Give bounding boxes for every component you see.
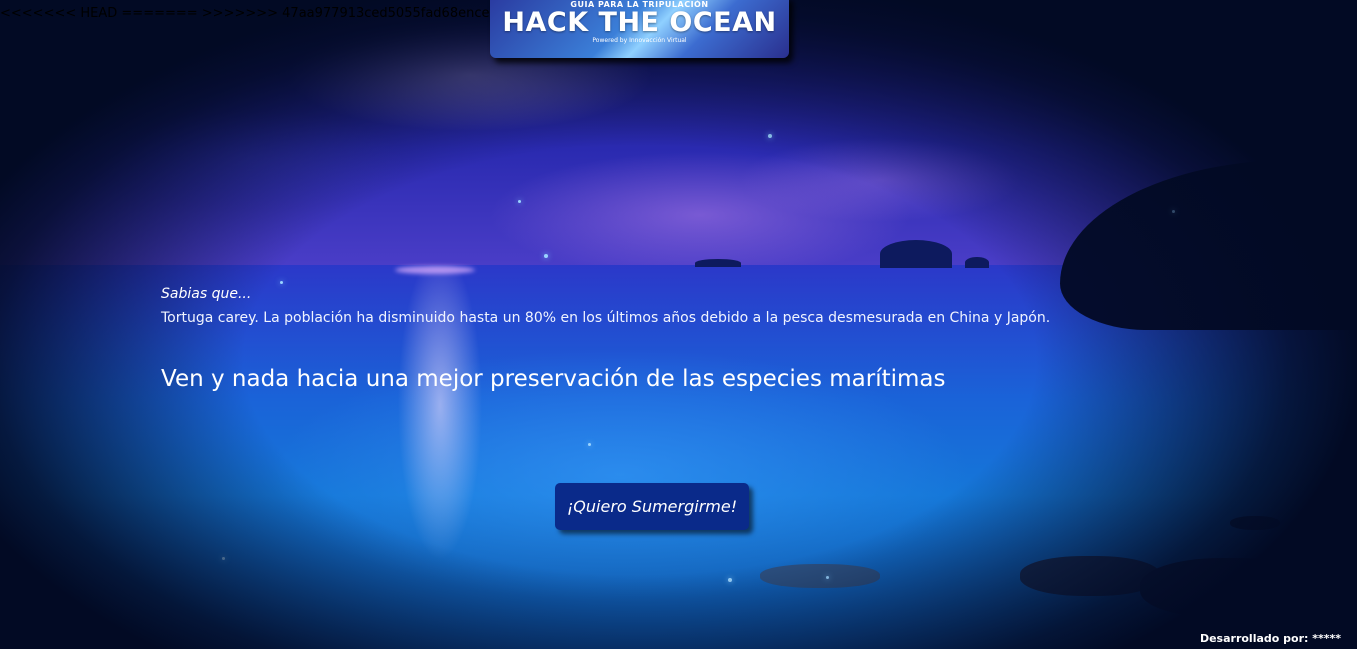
- logo-title: HACK THE OCEAN: [502, 7, 777, 38]
- hack-the-ocean-logo: GUIA PARA LA TRIPULACIÓN HACK THE OCEAN …: [490, 0, 789, 58]
- fact-text: Tortuga carey. La población ha disminuid…: [161, 310, 1051, 326]
- footer-credit: Desarrollado por: *****: [1199, 632, 1341, 645]
- fact-heading: Sabias que...: [161, 286, 252, 302]
- merge-conflict-text: <<<<<<< HEAD ======= >>>>>>> 47aa977913c…: [0, 6, 490, 21]
- tagline: Ven y nada hacia una mejor preservación …: [161, 366, 946, 392]
- logo-powered-by: Powered by Innovacción Virtual: [592, 37, 687, 44]
- dive-in-button[interactable]: ¡Quiero Sumergirme!: [555, 483, 749, 530]
